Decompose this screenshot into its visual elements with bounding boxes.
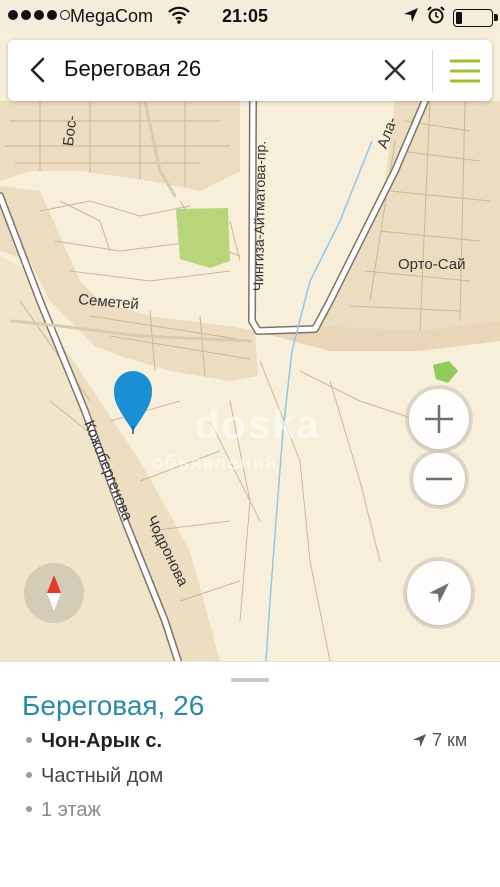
navigation-arrow-icon bbox=[429, 583, 449, 603]
place-type: Частный дом bbox=[26, 765, 163, 788]
alarm-icon bbox=[426, 5, 446, 30]
wifi-icon bbox=[168, 5, 190, 30]
distance-arrow-icon bbox=[412, 733, 427, 748]
map-view[interactable]: Бос- Ала- Чингиза-Айтматова-пр. Орто-Сай… bbox=[0, 101, 500, 661]
compass-icon bbox=[47, 575, 61, 611]
search-separator bbox=[432, 50, 433, 92]
zoom-out-button[interactable] bbox=[413, 453, 465, 505]
zoom-in-button[interactable] bbox=[409, 389, 469, 449]
compass-button[interactable] bbox=[24, 563, 84, 623]
place-floors-text: 1 этаж bbox=[41, 799, 101, 821]
map-label-aitmatov: Чингиза-Айтматова-пр. bbox=[250, 140, 269, 292]
app-screen: MegaCom 21:05 Бос- Ала- Чингиза-Айтматов… bbox=[0, 0, 500, 887]
my-location-button[interactable] bbox=[407, 561, 471, 625]
carrier-name: MegaCom bbox=[70, 6, 154, 26]
place-locality: Чон-Арык с. bbox=[26, 730, 162, 753]
map-label-orto-sai: Орто-Сай bbox=[398, 256, 466, 273]
plus-icon bbox=[425, 405, 453, 433]
status-bar: MegaCom 21:05 bbox=[0, 0, 500, 34]
menu-button[interactable] bbox=[448, 58, 482, 84]
place-type-text: Частный дом bbox=[41, 765, 164, 787]
signal-dots-icon bbox=[8, 10, 70, 20]
location-arrow-icon bbox=[403, 7, 419, 28]
back-button[interactable] bbox=[22, 54, 54, 86]
place-title: Береговая, 26 bbox=[22, 690, 205, 721]
hamburger-menu-icon bbox=[450, 59, 480, 83]
place-locality-text: Чон-Арык с. bbox=[41, 730, 162, 752]
clock-time: 21:05 bbox=[222, 6, 269, 26]
battery-icon bbox=[453, 9, 498, 27]
place-distance: 7 км bbox=[412, 730, 467, 751]
chevron-left-icon bbox=[30, 57, 45, 83]
watermark-subtitle: объявлений bbox=[152, 453, 279, 474]
place-floors: 1 этаж bbox=[26, 799, 101, 822]
minus-icon bbox=[426, 477, 452, 481]
watermark-logo: doska bbox=[195, 403, 321, 447]
place-card[interactable]: Береговая, 26 Чон-Арык с. Частный дом 1 … bbox=[0, 661, 500, 887]
search-query[interactable]: Береговая 26 bbox=[64, 56, 201, 82]
search-bar: Береговая 26 bbox=[8, 40, 492, 101]
clear-search-button[interactable] bbox=[380, 55, 410, 85]
close-icon bbox=[384, 59, 406, 81]
sheet-drag-handle[interactable] bbox=[231, 678, 269, 682]
place-distance-text: 7 км bbox=[432, 730, 468, 750]
